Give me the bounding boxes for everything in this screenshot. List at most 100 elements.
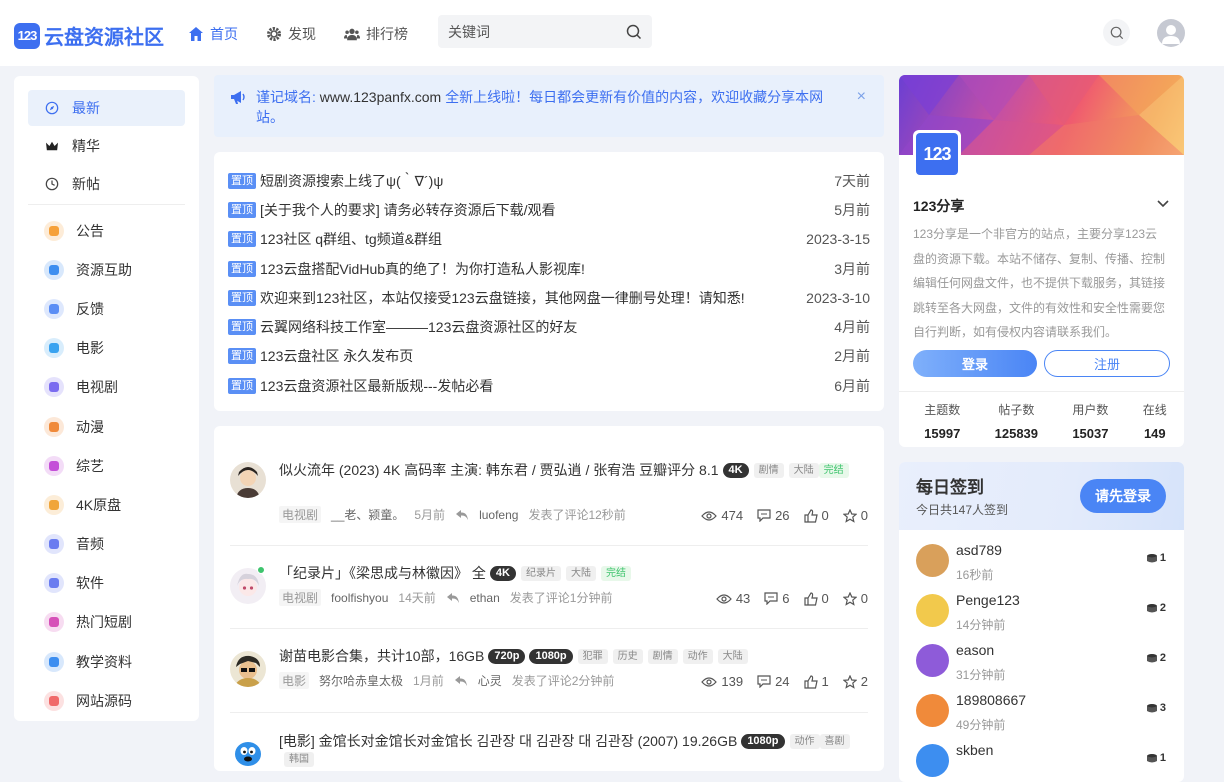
- post-category[interactable]: 电视剧: [279, 589, 322, 606]
- pinned-post[interactable]: 置顶 123云盘社区 永久发布页 2月前: [228, 342, 870, 371]
- sidebar-item-label: 电影: [76, 340, 104, 357]
- pinned-post[interactable]: 置顶 123社区 q群组、tg频道&群组 2023-3-15: [228, 225, 870, 254]
- likes-count: 1: [821, 674, 829, 689]
- post-title[interactable]: 「纪录片」《梁思成与林徽因》 全 4K 纪录片 大陆 完结: [279, 563, 859, 584]
- sidebar-item-category[interactable]: 网站源码: [28, 681, 185, 720]
- stars-stat[interactable]: 0: [842, 508, 868, 523]
- likes-stat[interactable]: 0: [803, 508, 829, 523]
- checkin-username[interactable]: skben: [956, 742, 993, 758]
- checkin-user[interactable]: Penge123 14分钟前 2: [916, 586, 1168, 636]
- pinned-post-title[interactable]: [关于我个人的要求] 请务必转存资源后下载/观看: [260, 200, 834, 220]
- post-title[interactable]: 谢苗电影合集，共计10部，16GB 720p 1080p 犯罪 历史 剧情 动作…: [279, 646, 859, 667]
- nav-ranking[interactable]: 排行榜: [344, 24, 408, 44]
- pinned-post[interactable]: 置顶 云翼网络科技工作室———123云盘资源社区的好友 4月前: [228, 312, 870, 341]
- pinned-post-title[interactable]: 123社区 q群组、tg频道&群组: [260, 229, 806, 249]
- avatar[interactable]: [916, 744, 949, 777]
- header-search-button[interactable]: [1103, 19, 1130, 46]
- sidebar-item-label: 教学资料: [76, 653, 132, 670]
- sidebar-item-category[interactable]: 音频: [28, 525, 185, 564]
- post-author[interactable]: 努尔哈赤皇太极: [319, 672, 403, 689]
- nav-home[interactable]: 首页: [188, 24, 238, 44]
- chevron-down-icon[interactable]: [1156, 196, 1170, 210]
- post-replier[interactable]: 心灵: [478, 672, 502, 689]
- author-avatar[interactable]: [230, 462, 266, 498]
- search-icon[interactable]: [626, 24, 642, 40]
- sidebar-item-category[interactable]: 软件: [28, 564, 185, 603]
- pinned-post-title[interactable]: 123云盘社区 永久发布页: [260, 346, 834, 366]
- checkin-time: 14分钟前: [956, 618, 1006, 632]
- avatar[interactable]: [916, 694, 949, 727]
- likes-stat[interactable]: 1: [803, 674, 829, 689]
- checkin-user[interactable]: asd789 16秒前 1: [916, 536, 1168, 586]
- post-title[interactable]: [电影] 金馆长对金馆长对金馆长 김관장 대 김관장 대 김관장 (2007) …: [279, 731, 859, 767]
- post-title[interactable]: 似火流年 (2023) 4K 高码率 主演: 韩东君 / 贾弘逍 / 张宥浩 豆…: [279, 460, 859, 481]
- user-avatar[interactable]: [1157, 19, 1185, 47]
- comments-stat: 24: [757, 674, 790, 689]
- pinned-post[interactable]: 置顶 欢迎来到123社区，本站仅接受123云盘链接，其他网盘一律删号处理！请知悉!…: [228, 283, 870, 312]
- checkin-login-button[interactable]: 请先登录: [1080, 479, 1166, 513]
- sidebar-item-category[interactable]: 资源互助: [28, 250, 185, 289]
- post-replier[interactable]: luofeng: [479, 508, 518, 522]
- post-item[interactable]: [电影] 金馆长对金馆长对金馆长 김관장 대 김관장 대 김관장 (2007) …: [230, 732, 868, 772]
- sidebar-item-category[interactable]: 4K原盘: [28, 485, 185, 524]
- category-icon-glyph: [49, 617, 59, 628]
- sidebar-item-category[interactable]: 电影: [28, 329, 185, 368]
- pinned-post[interactable]: 置顶 123云盘资源社区最新版规---发帖必看 6月前: [228, 371, 870, 400]
- pinned-post-title[interactable]: 短剧资源搜索上线了ψ(｀∇´)ψ: [260, 171, 834, 191]
- sidebar-item-category[interactable]: 公告: [28, 211, 185, 250]
- checkin-username[interactable]: eason: [956, 642, 994, 658]
- pinned-post[interactable]: 置顶 123云盘搭配VidHub真的绝了！为你打造私人影视库! 3月前: [228, 254, 870, 283]
- stat-value: 15997: [924, 426, 961, 441]
- avatar[interactable]: [916, 544, 949, 577]
- tag-badge: 720p: [488, 649, 526, 664]
- pinned-post-title[interactable]: 123云盘资源社区最新版规---发帖必看: [260, 376, 834, 396]
- checkin-username[interactable]: asd789: [956, 542, 1002, 558]
- post-category[interactable]: 电视剧: [279, 506, 322, 523]
- pinned-post-title[interactable]: 云翼网络科技工作室———123云盘资源社区的好友: [260, 317, 834, 337]
- stars-stat[interactable]: 2: [842, 674, 868, 689]
- tag-badge: 1080p: [529, 649, 573, 664]
- post-replier[interactable]: ethan: [470, 591, 500, 605]
- pinned-post-title[interactable]: 欢迎来到123社区，本站仅接受123云盘链接，其他网盘一律删号处理！请知悉!: [260, 288, 806, 308]
- post-author[interactable]: foolfishyou: [331, 591, 388, 605]
- post-action: 发表了评论: [511, 674, 572, 688]
- post-item[interactable]: 似火流年 (2023) 4K 高码率 主演: 韩东君 / 贾弘逍 / 张宥浩 豆…: [230, 462, 868, 572]
- nav-discover[interactable]: 发现: [266, 24, 316, 44]
- sidebar-item-category[interactable]: 热门短剧: [28, 603, 185, 642]
- author-avatar[interactable]: [230, 651, 266, 687]
- post-item[interactable]: 谢苗电影合集，共计10部，16GB 720p 1080p 犯罪 历史 剧情 动作…: [230, 646, 868, 709]
- pinned-post-title[interactable]: 123云盘搭配VidHub真的绝了！为你打造私人影视库!: [260, 259, 834, 279]
- post-author[interactable]: __老、颍童。: [331, 506, 404, 523]
- sidebar-item-featured[interactable]: 精华: [28, 128, 185, 164]
- likes-stat[interactable]: 0: [803, 591, 829, 606]
- search-input[interactable]: [448, 23, 608, 40]
- checkin-user[interactable]: 189808667 49分钟前 3: [916, 686, 1168, 736]
- sidebar-item-category[interactable]: 综艺: [28, 446, 185, 485]
- sidebar-item-new[interactable]: 新帖: [28, 166, 185, 202]
- megaphone-icon: [231, 91, 245, 104]
- sidebar-item-category[interactable]: 电视剧: [28, 368, 185, 407]
- tag-badge: 动作: [682, 649, 713, 664]
- avatar[interactable]: [916, 644, 949, 677]
- register-button[interactable]: 注册: [1044, 350, 1170, 377]
- checkin-username[interactable]: 189808667: [956, 692, 1026, 708]
- post-category[interactable]: 电影: [279, 672, 310, 689]
- sidebar-item-latest[interactable]: 最新: [28, 90, 185, 126]
- sidebar-item-category[interactable]: 教学资料: [28, 642, 185, 681]
- login-button[interactable]: 登录: [913, 350, 1037, 377]
- site-logo[interactable]: 123 云盘资源社区: [14, 21, 164, 50]
- checkin-user[interactable]: eason 31分钟前 2: [916, 636, 1168, 686]
- pinned-post[interactable]: 置顶 短剧资源搜索上线了ψ(｀∇´)ψ 7天前: [228, 166, 870, 195]
- sidebar-item-category[interactable]: 动漫: [28, 407, 185, 446]
- pinned-post[interactable]: 置顶 [关于我个人的要求] 请务必转存资源后下载/观看 5月前: [228, 195, 870, 224]
- stars-stat[interactable]: 0: [842, 591, 868, 606]
- close-icon[interactable]: ×: [857, 87, 866, 107]
- sidebar-item-label: 新帖: [72, 176, 100, 192]
- checkin-user[interactable]: skben 1: [916, 736, 1168, 782]
- notice-domain[interactable]: www.123panfx.com: [320, 89, 441, 105]
- likes-count: 0: [821, 508, 829, 523]
- post-item[interactable]: 「纪录片」《梁思成与林徽因》 全 4K 纪录片 大陆 完结 电视剧 foolfi…: [230, 563, 868, 626]
- checkin-username[interactable]: Penge123: [956, 592, 1020, 608]
- avatar[interactable]: [916, 594, 949, 627]
- sidebar-item-category[interactable]: 反馈: [28, 289, 185, 328]
